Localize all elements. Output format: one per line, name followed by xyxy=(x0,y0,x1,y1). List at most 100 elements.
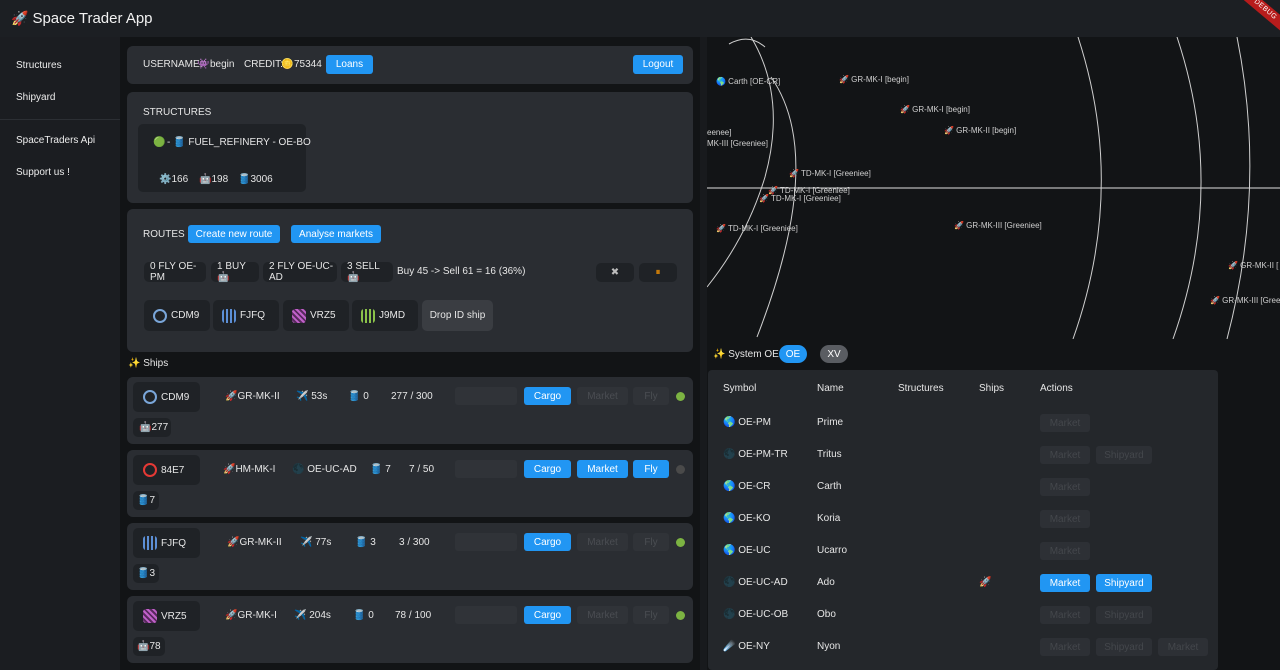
route-ship-id: J9MD xyxy=(379,310,406,321)
structures-title: STRUCTURES xyxy=(143,107,212,118)
ship-cargo-item[interactable]: 🛢️3 xyxy=(133,564,159,583)
map-ship-label[interactable]: 🚀 GR-MK-II [begin] xyxy=(944,126,1016,135)
route-step[interactable]: 2 FLY OE-UC-AD xyxy=(263,261,337,283)
ship-cargo-item[interactable]: 🤖277 xyxy=(133,418,171,437)
map-ship-label[interactable]: 🚀 GR-MK-III [Greeniee] xyxy=(954,221,1042,230)
map-ship-label[interactable]: 🚀 TD-MK-I [Greeniee] xyxy=(789,169,871,178)
route-ship-id: VRZ5 xyxy=(310,310,336,321)
map-planet-label[interactable]: 🌎 Carth [OE-CR] xyxy=(716,77,780,86)
route-step[interactable]: 3 SELL 🤖 xyxy=(341,261,393,283)
column-header: Ships xyxy=(979,383,1005,394)
tab-oe[interactable]: OE xyxy=(779,345,807,363)
row-symbol[interactable]: 🌎 OE-UC xyxy=(723,545,770,556)
system-map[interactable]: 🌎 Carth [OE-CR] 🚀 GR-MK-I [begin] 🚀 GR-M… xyxy=(707,37,1280,339)
map-ship-label[interactable]: 🚀 GR-MK-I [begin] xyxy=(900,105,970,114)
ship-fuel: 🛢️ 7 xyxy=(370,464,391,475)
map-ship-label[interactable]: eenee] xyxy=(707,128,731,137)
sidebar-item-shipyard[interactable]: Shipyard xyxy=(16,92,55,103)
ship-status-dot xyxy=(676,392,685,401)
column-header: Actions xyxy=(1040,383,1073,394)
analyse-markets-button[interactable]: Analyse markets xyxy=(291,225,381,243)
ship-id-chip[interactable]: FJFQ xyxy=(133,528,200,558)
ship-avatar-icon xyxy=(292,308,306,323)
route-ship-chip[interactable]: J9MD xyxy=(352,300,418,331)
cargo-button[interactable]: Cargo xyxy=(524,387,571,405)
close-route-icon[interactable]: ✖ xyxy=(596,263,634,282)
shipyard-button: Shipyard xyxy=(1096,638,1152,656)
ship-id: CDM9 xyxy=(161,391,190,403)
sidebar-item-support[interactable]: Support us ! xyxy=(16,167,70,178)
route-ship-chip[interactable]: VRZ5 xyxy=(283,300,349,331)
shipyard-button[interactable]: Shipyard xyxy=(1096,574,1152,592)
alien-icon: 👾 xyxy=(197,59,210,70)
ship-cargo-item[interactable]: 🛢️7 xyxy=(133,491,159,510)
ship-avatar-icon xyxy=(153,308,167,323)
pause-route-icon[interactable]: ⏸ xyxy=(639,263,677,282)
ship-avatar-icon xyxy=(222,308,236,323)
map-ship-label[interactable]: 🚀 GR-MK-I [begin] xyxy=(839,75,909,84)
row-symbol[interactable]: 🌎 OE-PM xyxy=(723,417,771,428)
ship-status: ✈️ 204s xyxy=(294,610,331,621)
ship-status: ✈️ 77s xyxy=(300,537,332,548)
create-route-button[interactable]: Create new route xyxy=(188,225,280,243)
ship-cargo: 277 / 300 xyxy=(391,391,433,402)
map-ship-label[interactable]: 🚀 GR-MK-III [Gree xyxy=(1210,296,1280,305)
loans-button[interactable]: Loans xyxy=(326,55,373,74)
username-value: begin xyxy=(210,59,235,70)
ship-avatar-icon xyxy=(143,390,157,404)
route-step[interactable]: 1 BUY 🤖 xyxy=(211,261,259,283)
ship-model: 🚀GR-MK-II xyxy=(227,537,282,548)
route-ship-id: FJFQ xyxy=(240,310,265,321)
market-button[interactable]: Market xyxy=(1040,574,1090,592)
row-symbol[interactable]: 🌎 OE-CR xyxy=(723,481,770,492)
ship-fuel: 🛢️ 3 xyxy=(355,537,376,548)
structure-item[interactable]: 🟢 - 🛢️ FUEL_REFINERY - OE-BO ⚙️166 🤖198 … xyxy=(138,124,311,192)
ship-id: FJFQ xyxy=(161,537,186,549)
row-name: Tritus xyxy=(817,449,842,460)
sidebar: Structures Shipyard SpaceTraders Api Sup… xyxy=(0,37,120,670)
map-ship-label[interactable]: MK-III [Greeniee] xyxy=(707,139,768,148)
route-step[interactable]: 0 FLY OE-PM xyxy=(144,261,206,283)
row-symbol[interactable]: 🌎 OE-KO xyxy=(723,513,770,524)
sidebar-item-structures[interactable]: Structures xyxy=(16,60,62,71)
market-button[interactable]: Market xyxy=(577,460,628,478)
ship-avatar-icon xyxy=(143,463,157,477)
structures-card: STRUCTURES 🟢 - 🛢️ FUEL_REFINERY - OE-BO … xyxy=(127,92,693,203)
map-ship-label[interactable]: 🚀 TD-MK-I [Greeniee] xyxy=(716,224,798,233)
logout-button[interactable]: Logout xyxy=(633,55,683,74)
route-ship-chip[interactable]: FJFQ xyxy=(213,300,279,331)
ship-id-chip[interactable]: VRZ5 xyxy=(133,601,200,631)
row-symbol[interactable]: ☄️ OE-NY xyxy=(723,641,770,652)
row-symbol[interactable]: 🌑 OE-PM-TR xyxy=(723,449,788,460)
tab-xv[interactable]: XV xyxy=(820,345,848,363)
ship-id-chip[interactable]: CDM9 xyxy=(133,382,200,412)
market-button: Market xyxy=(1040,478,1090,496)
route-ship-chip[interactable]: CDM9 xyxy=(144,300,210,331)
ship-cargo: 7 / 50 xyxy=(409,464,435,475)
credit-value: 75344 xyxy=(294,59,322,70)
sidebar-item-spacetraders-api[interactable]: SpaceTraders Api xyxy=(16,135,95,146)
route-ship-id: CDM9 xyxy=(171,310,200,321)
drop-ship-zone[interactable]: Drop ID ship xyxy=(422,300,493,331)
ship-id: VRZ5 xyxy=(161,610,187,622)
fly-button: Fly xyxy=(633,533,669,551)
map-ship-label[interactable]: 🚀 GR-MK-II [ xyxy=(1228,261,1278,270)
ship-disabled-button xyxy=(455,533,517,551)
market-button: Market xyxy=(1040,542,1090,560)
user-header-card: USERNAME: 👾 begin CREDIT: 🪙 75344 Loans … xyxy=(127,46,693,84)
row-symbol[interactable]: 🌑 OE-UC-AD xyxy=(723,577,788,588)
ships-title: ✨ Ships xyxy=(128,358,169,369)
cargo-button[interactable]: Cargo xyxy=(524,460,571,478)
ship-id-chip[interactable]: 84E7 xyxy=(133,455,200,485)
fly-button[interactable]: Fly xyxy=(633,460,669,478)
ship-model: 🚀HM-MK-I xyxy=(223,464,276,475)
row-symbol[interactable]: 🌑 OE-UC-OB xyxy=(723,609,788,620)
cargo-button[interactable]: Cargo xyxy=(524,606,571,624)
market-button: Market xyxy=(577,387,628,405)
routes-title: ROUTES xyxy=(143,229,185,240)
ship-status-dot xyxy=(676,611,685,620)
market-button: Market xyxy=(577,533,628,551)
ship-cargo-item[interactable]: 🤖78 xyxy=(133,637,165,656)
cargo-button[interactable]: Cargo xyxy=(524,533,571,551)
map-ship-label[interactable]: 🚀 TD-MK-I [Greeniee] xyxy=(759,194,841,203)
